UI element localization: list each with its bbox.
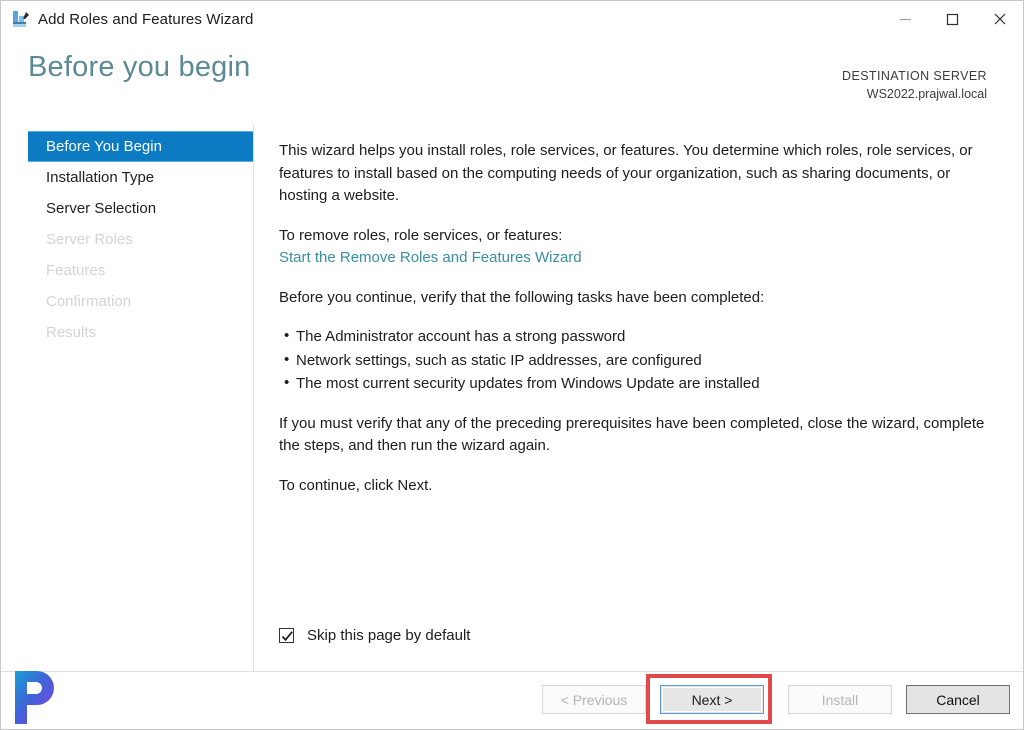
window-controls [882, 1, 1023, 37]
cancel-button[interactable]: Cancel [906, 685, 1010, 714]
destination-server-label: DESTINATION SERVER [842, 69, 987, 83]
add-roles-and-features-wizard-window: Add Roles and Features Wizard Before you… [0, 0, 1024, 730]
sidebar-item-server-roles: Server Roles [1, 224, 253, 255]
wizard-footer: < Previous Next > Install Cancel [1, 672, 1023, 729]
window-title: Add Roles and Features Wizard [38, 10, 254, 28]
close-button[interactable] [976, 1, 1023, 37]
intro-paragraph: This wizard helps you install roles, rol… [279, 142, 973, 204]
destination-server-block: DESTINATION SERVER WS2022.prajwal.local [842, 67, 987, 103]
maximize-button[interactable] [929, 1, 976, 37]
skip-this-page-label: Skip this page by default [307, 627, 471, 644]
wizard-content-pane: This wizard helps you install roles, rol… [254, 125, 1023, 671]
verify-intro-text: Before you continue, verify that the fol… [279, 288, 765, 306]
start-remove-roles-wizard-link[interactable]: Start the Remove Roles and Features Wiza… [279, 249, 582, 266]
prajwal-logo-watermark [9, 668, 63, 724]
sidebar-item-before-you-begin[interactable]: Before You Begin [28, 131, 253, 162]
list-item: Network settings, such as static IP addr… [279, 348, 1001, 373]
sidebar-item-label: Confirmation [46, 293, 132, 310]
list-item: The most current security updates from W… [279, 371, 1001, 396]
install-button: Install [788, 685, 892, 714]
sidebar-item-label: Server Roles [46, 231, 133, 248]
continue-paragraph: To continue, click Next. [279, 476, 433, 494]
sidebar-item-confirmation: Confirmation [1, 286, 253, 317]
sidebar-item-label: Results [46, 324, 97, 341]
skip-this-page-row[interactable]: Skip this page by default [279, 627, 470, 644]
sidebar-item-label: Server Selection [46, 200, 157, 217]
wizard-step-navigation: Before You Begin Installation Type Serve… [1, 131, 253, 671]
server-manager-icon [10, 8, 32, 30]
page-title: Before you begin [28, 51, 251, 83]
sidebar-item-label: Before You Begin [46, 138, 162, 155]
prerequisites-paragraph: If you must verify that any of the prece… [279, 414, 985, 455]
minimize-button[interactable] [882, 1, 929, 37]
sidebar-item-label: Features [46, 262, 106, 279]
destination-server-name: WS2022.prajwal.local [866, 87, 987, 102]
checkmark-icon [281, 631, 293, 642]
sidebar-item-label: Installation Type [46, 169, 155, 186]
skip-this-page-checkbox[interactable] [279, 628, 294, 643]
title-bar: Add Roles and Features Wizard [1, 1, 1023, 37]
footer-button-group: < Previous Next > Install Cancel [542, 674, 1010, 724]
remove-intro-text: To remove roles, role services, or featu… [279, 226, 563, 244]
sidebar-item-features: Features [1, 255, 253, 286]
previous-button: < Previous [542, 685, 646, 714]
sidebar-item-installation-type[interactable]: Installation Type [1, 162, 253, 193]
wizard-header: Before you begin DESTINATION SERVER WS20… [1, 37, 1023, 117]
next-button[interactable]: Next > [660, 685, 764, 714]
list-item: The Administrator account has a strong p… [279, 324, 1001, 349]
prerequisite-task-list: The Administrator account has a strong p… [279, 324, 1001, 396]
sidebar-item-server-selection[interactable]: Server Selection [1, 193, 253, 224]
sidebar-item-results: Results [1, 317, 253, 348]
